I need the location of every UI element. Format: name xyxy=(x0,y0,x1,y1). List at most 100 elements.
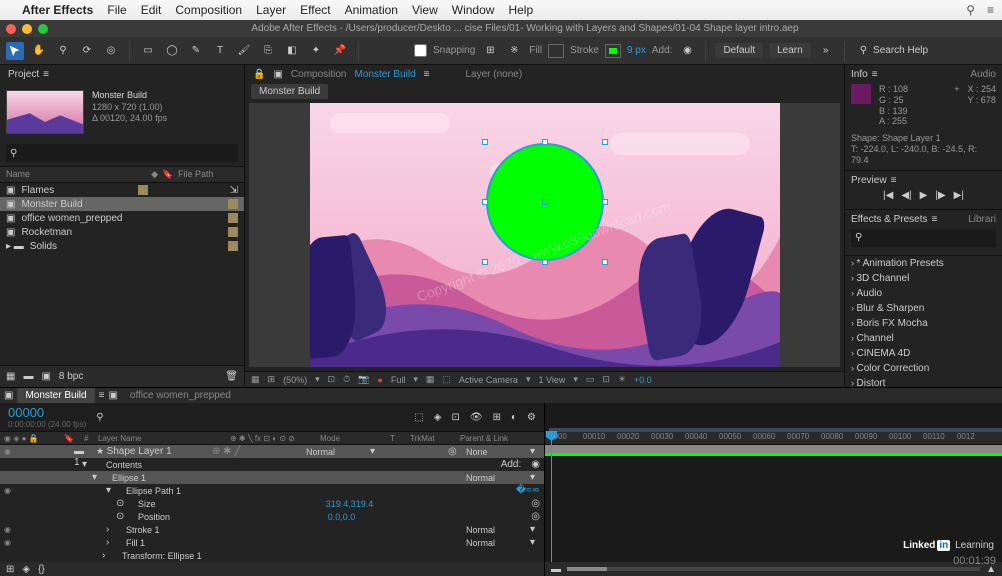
pickwhip-icon[interactable]: ◎ xyxy=(531,498,540,509)
audio-tab[interactable]: Audio xyxy=(970,69,996,80)
panel-menu-icon[interactable]: ≡ xyxy=(424,69,430,80)
composition-viewer[interactable]: Copyright © 2020 - www.p30download.com xyxy=(249,103,840,367)
frame-blend-icon[interactable]: ⊞ xyxy=(493,412,501,423)
work-area[interactable] xyxy=(549,428,1002,432)
effect-category[interactable]: › Audio xyxy=(845,286,1002,301)
motion-blur-icon[interactable]: ◐ xyxy=(511,412,517,423)
panel-menu-icon[interactable]: ≡ xyxy=(932,214,938,225)
shy-icon[interactable]: 👁 xyxy=(470,412,483,423)
rectangle-tool[interactable]: ▭ xyxy=(139,42,157,60)
close-window-button[interactable] xyxy=(6,24,16,34)
effect-category[interactable]: › Blur & Sharpen xyxy=(845,301,1002,316)
panel-menu-icon[interactable]: ≡ xyxy=(99,390,105,401)
layer-panel-label[interactable]: Layer (none) xyxy=(465,69,522,80)
comp-flowchart-icon[interactable]: ◈ xyxy=(434,412,442,423)
selection-tool[interactable] xyxy=(6,42,24,60)
transform-handle[interactable] xyxy=(602,259,608,265)
workspace-default[interactable]: Default xyxy=(715,43,763,58)
graph-editor-icon[interactable]: ⬚ xyxy=(414,412,423,423)
menu-effect[interactable]: Effect xyxy=(300,3,330,17)
lock-icon[interactable]: 🔒 xyxy=(253,69,265,80)
layer-prop[interactable]: ◉▾Ellipse Path 1�≈⋍ xyxy=(0,484,544,497)
brainstorm-icon[interactable]: ⚙ xyxy=(527,412,536,423)
alpha-icon[interactable]: ▦ xyxy=(251,374,260,385)
fill-swatch[interactable] xyxy=(548,44,564,58)
layer-prop[interactable]: ◉›Fill 1Normal▾ xyxy=(0,536,544,549)
dropdown-icon[interactable]: ▾ xyxy=(315,374,320,385)
project-search[interactable]: ⚲ xyxy=(6,144,238,162)
interpret-icon[interactable]: ▦ xyxy=(6,371,15,382)
puppet-tool[interactable]: 📌 xyxy=(331,42,349,60)
toggle-modes-icon[interactable]: ◈ xyxy=(22,564,30,575)
playhead[interactable] xyxy=(551,431,552,576)
effect-category[interactable]: › * Animation Presets xyxy=(845,256,1002,271)
project-item[interactable]: ▣Monster Build xyxy=(0,197,244,211)
ellipse-tool[interactable]: ◯ xyxy=(163,42,181,60)
effects-search[interactable]: ⚲ xyxy=(851,229,996,247)
dropdown-icon[interactable]: ▾ xyxy=(573,374,578,385)
grid-icon[interactable]: ⊞ xyxy=(268,374,276,385)
snapshot-icon[interactable]: 📷 xyxy=(358,374,369,385)
prev-frame-button[interactable]: ◀| xyxy=(901,190,911,201)
layer-prop[interactable]: ⊙Size319.4,319.4◎ xyxy=(0,497,544,510)
panel-menu-icon[interactable]: ≡ xyxy=(891,175,897,186)
zoom-slider[interactable]: ▬ ▲ xyxy=(545,562,1002,576)
effects-title[interactable]: Effects & Presets xyxy=(851,214,928,225)
layer-prop[interactable]: ▾Ellipse 1Normal▾ xyxy=(0,471,544,484)
effect-category[interactable]: › Boris FX Mocha xyxy=(845,316,1002,331)
menu-extras-icon[interactable]: ≡ xyxy=(987,3,994,17)
workspace-learn[interactable]: Learn xyxy=(769,43,811,58)
time-ruler[interactable]: 0000 00010 00020 00030 00040 00050 00060… xyxy=(545,431,1002,445)
effect-category[interactable]: › Color Correction xyxy=(845,361,1002,376)
transform-handle[interactable] xyxy=(602,199,608,205)
project-item[interactable]: ▣office women_prepped xyxy=(0,211,244,225)
exposure-value[interactable]: +0.0 xyxy=(634,375,652,385)
new-comp-icon[interactable]: ▣ xyxy=(41,371,50,382)
transform-handle[interactable] xyxy=(482,259,488,265)
snap-opt-icon[interactable]: ⊞ xyxy=(481,42,499,60)
layer-prop[interactable]: ▾ContentsAdd:◉ xyxy=(0,458,544,471)
app-name[interactable]: After Effects xyxy=(22,3,93,17)
rotate-tool[interactable]: ◎ xyxy=(102,42,120,60)
anchor-point-icon[interactable] xyxy=(542,199,548,205)
info-title[interactable]: Info xyxy=(851,69,868,80)
3d-icon[interactable]: ⬚ xyxy=(442,374,451,385)
dropdown-icon[interactable]: ▾ xyxy=(413,374,418,385)
layer-prop[interactable]: ›Transform: Ellipse 1 xyxy=(0,549,544,562)
search-icon[interactable]: ⚲ xyxy=(966,3,975,17)
timeline-tab[interactable]: office women_prepped xyxy=(122,388,239,403)
res-icon[interactable]: ⊡ xyxy=(328,374,336,385)
minimize-window-button[interactable] xyxy=(22,24,32,34)
workspace-more-icon[interactable]: » xyxy=(817,42,835,60)
flow-icon[interactable]: ⇲ xyxy=(230,185,238,196)
effect-category[interactable]: › CINEMA 4D xyxy=(845,346,1002,361)
last-frame-button[interactable]: ▶| xyxy=(954,190,964,201)
panel-menu-icon[interactable]: ≡ xyxy=(43,69,49,80)
play-button[interactable]: ▶ xyxy=(920,190,928,201)
next-frame-button[interactable]: |▶ xyxy=(935,190,945,201)
type-icon[interactable]: 🔖 xyxy=(158,169,178,180)
camera[interactable]: Active Camera xyxy=(459,375,518,385)
toggle-in-out-icon[interactable]: {} xyxy=(38,564,45,575)
add-menu-button[interactable]: ◉ xyxy=(678,42,696,60)
add-button[interactable]: ◉ xyxy=(531,459,540,470)
new-folder-icon[interactable]: ▬ xyxy=(23,371,33,382)
menu-composition[interactable]: Composition xyxy=(175,3,242,17)
transform-handle[interactable] xyxy=(602,139,608,145)
pen-tool[interactable]: ✎ xyxy=(187,42,205,60)
clone-tool[interactable]: ⎘ xyxy=(259,42,277,60)
zoom-level[interactable]: (50%) xyxy=(283,375,307,385)
transform-handle[interactable] xyxy=(542,259,548,265)
brush-tool[interactable]: 🖌 xyxy=(235,42,253,60)
roto-tool[interactable]: ✦ xyxy=(307,42,325,60)
project-item[interactable]: ▣Flames⇲ xyxy=(0,183,244,197)
view-opt2-icon[interactable]: ⊡ xyxy=(602,374,610,385)
trash-icon[interactable]: 🗑 xyxy=(225,371,238,382)
panel-menu-icon[interactable]: ≡ xyxy=(872,69,878,80)
comp-thumbnail[interactable] xyxy=(6,90,84,134)
maximize-window-button[interactable] xyxy=(38,24,48,34)
timeline-tab[interactable]: Monster Build xyxy=(17,388,94,403)
view-count[interactable]: 1 View xyxy=(538,375,565,385)
transparency-icon[interactable]: ▦ xyxy=(426,374,435,385)
menu-file[interactable]: File xyxy=(107,3,126,17)
